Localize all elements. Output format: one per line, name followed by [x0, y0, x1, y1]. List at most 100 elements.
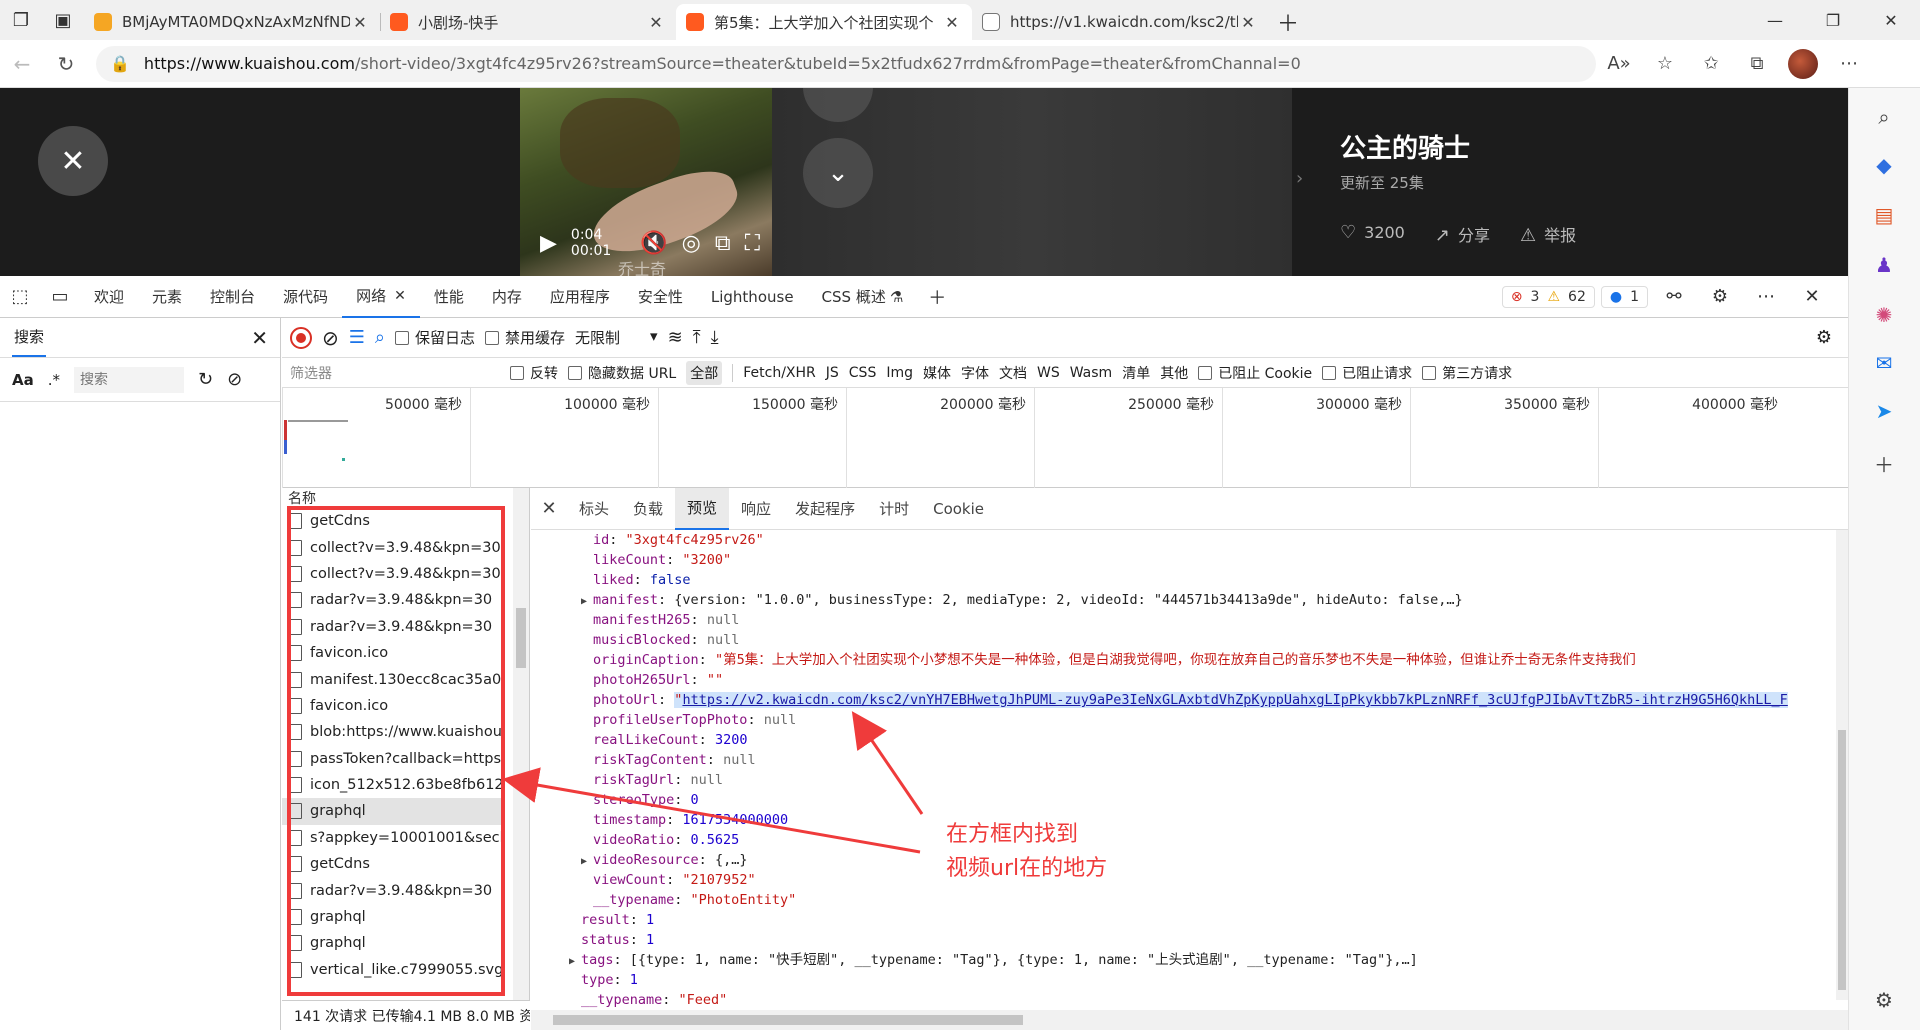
close-devtools-icon[interactable]: ✕ [1792, 286, 1832, 307]
info-counts[interactable]: ● 1 [1600, 285, 1648, 308]
tab-css-overview[interactable]: CSS 概述 ⚗ [808, 276, 918, 318]
tab-network[interactable]: 网络 ✕ [342, 276, 420, 318]
third-party-checkbox[interactable]: 第三方请求 [1422, 363, 1512, 383]
filter-type-fetch[interactable]: Fetch/XHR [743, 365, 816, 381]
filter-type-font[interactable]: 字体 [961, 363, 989, 383]
inspect-icon[interactable]: ⬚ [0, 286, 40, 307]
scrollbar-thumb[interactable] [1838, 730, 1846, 990]
close-icon[interactable]: ✕ [531, 498, 567, 519]
tab-welcome[interactable]: 欢迎 [80, 276, 138, 318]
toolbox-icon[interactable]: ▤ [1867, 198, 1901, 232]
vertical-tabs-icon[interactable]: ▣ [42, 0, 84, 40]
throttle-select[interactable]: 无限制 ▾ [575, 327, 658, 348]
settings-icon[interactable]: ⚙ [1700, 286, 1740, 307]
search-icon[interactable]: ⌕ [1867, 100, 1901, 134]
mute-icon[interactable]: 🔇 [640, 231, 667, 256]
clear-icon[interactable]: ⊘ [227, 369, 242, 390]
search-icon[interactable]: ⌕ [375, 327, 385, 348]
json-line[interactable]: ▶ videoResource: {,…} [531, 850, 1835, 870]
url-field[interactable]: 🔒 https://www.kuaishou.com/short-video/3… [96, 45, 1596, 82]
more-icon[interactable]: ⋯ [1746, 286, 1786, 307]
json-line[interactable]: ▶ manifest: {version: "1.0.0", businessTy… [531, 590, 1835, 610]
name-column-header[interactable]: 名称 [282, 488, 529, 508]
filter-input[interactable]: 筛选器 [290, 363, 500, 383]
like-button[interactable]: ♡ 3200 [1340, 222, 1405, 246]
close-video-button[interactable]: ✕ [38, 126, 108, 196]
tab-security[interactable]: 安全性 [624, 276, 697, 318]
tab-preview[interactable]: 预览 [675, 487, 730, 530]
json-value[interactable]: https://v2.kwaicdn.com/ksc2/vnYH7EBHwetg… [682, 692, 1787, 708]
tab-application[interactable]: 应用程序 [536, 276, 624, 318]
refresh-button[interactable]: ↻ [44, 44, 88, 84]
network-timeline[interactable]: 50000 毫秒 100000 毫秒 150000 毫秒 200000 毫秒 2… [282, 388, 1848, 488]
avatar[interactable] [1788, 48, 1818, 79]
search-tab[interactable]: 搜索 [12, 318, 47, 357]
filter-type-img[interactable]: Img [886, 365, 913, 381]
preserve-log-checkbox[interactable]: 保留日志 [395, 327, 475, 348]
tab-elements[interactable]: 元素 [138, 276, 196, 318]
filter-type-other[interactable]: 其他 [1160, 363, 1188, 383]
search-input[interactable] [74, 366, 185, 393]
tab-performance[interactable]: 性能 [420, 276, 478, 318]
invert-checkbox[interactable]: 反转 [510, 363, 558, 383]
filter-type-wasm[interactable]: Wasm [1070, 365, 1112, 381]
lock-icon[interactable]: 🔒 [110, 54, 130, 73]
read-aloud-icon[interactable]: A» [1596, 44, 1642, 84]
restore-button[interactable]: ❐ [1804, 0, 1862, 40]
office-icon[interactable]: ✺ [1867, 298, 1901, 332]
download-icon[interactable]: ⤓ [711, 327, 719, 348]
expand-triangle-icon[interactable]: ▶ [581, 852, 593, 872]
expand-triangle-icon[interactable]: ▶ [569, 952, 581, 972]
scrollbar-thumb[interactable] [553, 1015, 1023, 1025]
record-button[interactable] [290, 326, 312, 349]
browser-tab-2[interactable]: 小剧场-快手 ✕ [380, 4, 676, 40]
pip-icon[interactable]: ⧉ [715, 231, 731, 256]
back-button[interactable]: ← [0, 44, 44, 84]
tab-timing[interactable]: 计时 [867, 488, 921, 530]
favorites-icon[interactable]: ✩ [1688, 44, 1734, 84]
tab-sources[interactable]: 源代码 [269, 276, 342, 318]
filter-type-ws[interactable]: WS [1037, 365, 1060, 381]
send-icon[interactable]: ➤ [1867, 394, 1901, 428]
workspaces-icon[interactable]: ❐ [0, 0, 42, 40]
horizontal-scrollbar[interactable] [531, 1010, 1848, 1030]
more-tabs-icon[interactable]: ＋ [917, 284, 957, 310]
request-list-scrollbar[interactable] [513, 488, 529, 1000]
filter-type-manifest[interactable]: 清单 [1122, 363, 1150, 383]
json-line[interactable]: ▶ tags: [{type: 1, name: "快手短剧", __typena… [531, 950, 1835, 970]
match-case-button[interactable]: Aa [12, 371, 34, 389]
close-window-button[interactable]: ✕ [1862, 0, 1920, 40]
tab-cookies[interactable]: Cookie [921, 488, 996, 530]
refresh-icon[interactable]: ↻ [198, 369, 213, 390]
issue-counts[interactable]: ⊗ 3 ⚠ 62 [1501, 285, 1595, 308]
disable-cache-checkbox[interactable]: 禁用缓存 [485, 327, 565, 348]
filter-type-doc[interactable]: 文档 [999, 363, 1027, 383]
browser-tab-4[interactable]: https://v1.kwaicdn.com/ksc2/tlur ✕ [972, 4, 1268, 40]
games-icon[interactable]: ♟ [1867, 248, 1901, 282]
blocked-requests-checkbox[interactable]: 已阻止请求 [1322, 363, 1412, 383]
device-toolbar-icon[interactable]: ▭ [40, 286, 80, 307]
expand-triangle-icon[interactable]: ▶ [581, 592, 593, 612]
more-menu-icon[interactable]: ⋯ [1826, 44, 1872, 84]
play-icon[interactable]: ▶ [540, 231, 557, 256]
outlook-icon[interactable]: ✉ [1867, 346, 1901, 380]
filter-type-media[interactable]: 媒体 [923, 363, 951, 383]
add-icon[interactable]: ＋ [1867, 446, 1901, 480]
clear-icon[interactable]: ⊘ [322, 326, 339, 350]
settings-icon[interactable]: ◎ [682, 231, 701, 256]
chevron-right-icon[interactable]: › [1296, 168, 1303, 189]
close-icon[interactable]: ✕ [646, 13, 666, 32]
minimize-button[interactable]: — [1746, 0, 1804, 40]
regex-button[interactable]: .* [48, 371, 60, 389]
browser-tab-3[interactable]: 第5集：上大学加入个社团实现个 ✕ [676, 4, 972, 40]
tab-headers[interactable]: 标头 [567, 488, 621, 530]
tag-icon[interactable]: ◆ [1867, 148, 1901, 182]
close-icon[interactable]: ✕ [394, 288, 406, 304]
network-conditions-icon[interactable]: ≋ [668, 327, 683, 348]
close-icon[interactable]: ✕ [350, 13, 370, 32]
close-icon[interactable]: ✕ [1238, 13, 1258, 32]
upload-icon[interactable]: ⤒ [693, 327, 701, 348]
blocked-cookie-checkbox[interactable]: 已阻止 Cookie [1198, 363, 1312, 383]
filter-type-all[interactable]: 全部 [686, 360, 723, 385]
tab-console[interactable]: 控制台 [196, 276, 269, 318]
